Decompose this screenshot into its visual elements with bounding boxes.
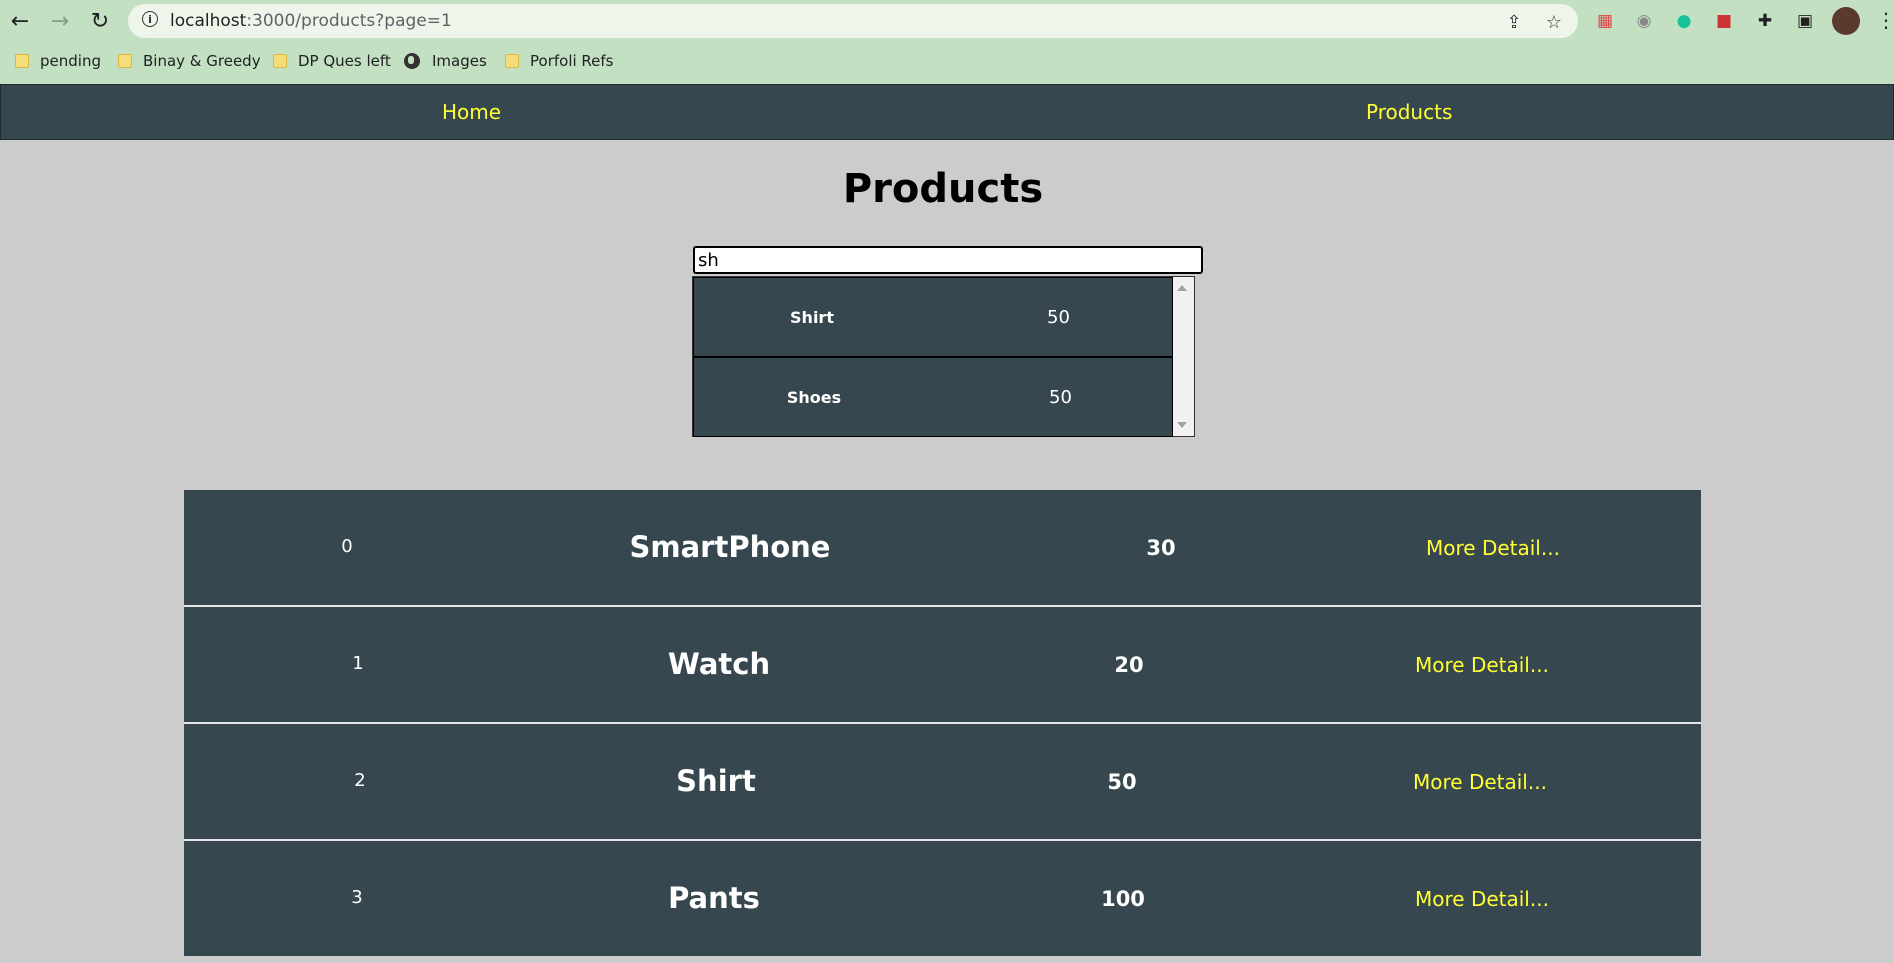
- suggestion-item[interactable]: Shoes 50: [693, 357, 1173, 437]
- bookmark-images[interactable]: Images: [404, 50, 487, 72]
- browser-menu-icon[interactable]: ⋮: [1876, 8, 1894, 32]
- table-row: 1 Watch 20 More Detail...: [184, 607, 1701, 724]
- share-icon[interactable]: ⇪: [1502, 10, 1526, 34]
- table-row: 0 SmartPhone 30 More Detail...: [184, 490, 1701, 607]
- browser-toolbar: ← → ↻ i localhost:3000/products?page=1 ⇪…: [0, 0, 1894, 42]
- products-table: 0 SmartPhone 30 More Detail... 1 Watch 2…: [184, 490, 1701, 956]
- product-name: Watch: [667, 647, 771, 681]
- product-price: 100: [1101, 887, 1145, 911]
- more-detail-link[interactable]: More Detail...: [1426, 536, 1560, 560]
- reload-icon[interactable]: ↻: [85, 6, 115, 36]
- bookmark-star-icon[interactable]: ☆: [1542, 10, 1566, 34]
- product-name: Pants: [668, 881, 760, 915]
- suggestion-price: 50: [1049, 387, 1072, 408]
- suggestions-scrollbar[interactable]: [1173, 277, 1193, 436]
- product-index: 2: [354, 770, 366, 791]
- address-url[interactable]: localhost:3000/products?page=1: [170, 11, 452, 31]
- globe-icon: [404, 53, 420, 69]
- profile-avatar[interactable]: [1832, 7, 1860, 35]
- scroll-down-icon[interactable]: [1177, 422, 1187, 428]
- suggestion-price: 50: [1047, 307, 1070, 328]
- side-panel-icon[interactable]: ▣: [1793, 9, 1817, 33]
- product-name: SmartPhone: [629, 530, 831, 564]
- bookmark-pending[interactable]: pending: [15, 50, 101, 72]
- product-price: 50: [1107, 770, 1137, 794]
- product-index: 3: [351, 887, 363, 908]
- folder-icon: [505, 54, 519, 68]
- grammarly-icon[interactable]: ●: [1672, 9, 1696, 33]
- folder-icon: [15, 54, 29, 68]
- suggestion-name: Shoes: [786, 388, 842, 407]
- extension-calendar-icon[interactable]: ▦: [1593, 9, 1617, 33]
- bookmark-binay-greedy[interactable]: Binay & Greedy: [118, 50, 261, 72]
- suggestion-item[interactable]: Shirt 50: [693, 277, 1173, 357]
- search-suggestions: Shirt 50 Shoes 50: [692, 276, 1195, 437]
- extension-red-icon[interactable]: ■: [1712, 9, 1736, 33]
- product-index: 0: [341, 536, 353, 557]
- browser-chrome: ← → ↻ i localhost:3000/products?page=1 ⇪…: [0, 0, 1894, 84]
- site-info-icon[interactable]: i: [142, 11, 158, 27]
- search-input[interactable]: [693, 246, 1203, 274]
- address-bar[interactable]: i localhost:3000/products?page=1 ⇪ ☆: [128, 4, 1578, 38]
- extensions-puzzle-icon[interactable]: ✚: [1753, 9, 1777, 33]
- app-navbar: Home Products: [0, 84, 1894, 140]
- product-price: 20: [1114, 653, 1144, 677]
- product-name: Shirt: [676, 764, 756, 798]
- back-icon[interactable]: ←: [5, 6, 35, 36]
- product-price: 30: [1146, 536, 1176, 560]
- nav-products-link[interactable]: Products: [1366, 100, 1452, 124]
- suggestion-name: Shirt: [790, 308, 834, 327]
- table-row: 2 Shirt 50 More Detail...: [184, 724, 1701, 841]
- forward-icon[interactable]: →: [45, 6, 75, 36]
- bookmark-porfoli-refs[interactable]: Porfoli Refs: [505, 50, 614, 72]
- folder-icon: [118, 54, 132, 68]
- more-detail-link[interactable]: More Detail...: [1413, 770, 1547, 794]
- nav-home-link[interactable]: Home: [442, 100, 501, 124]
- table-row: 3 Pants 100 More Detail...: [184, 841, 1701, 956]
- more-detail-link[interactable]: More Detail...: [1415, 653, 1549, 677]
- bookmark-dp-ques-left[interactable]: DP Ques left: [273, 50, 391, 72]
- more-detail-link[interactable]: More Detail...: [1415, 887, 1549, 911]
- bookmarks-bar: pending Binay & Greedy DP Ques left Imag…: [0, 46, 1894, 74]
- page-title: Products: [842, 166, 1044, 212]
- product-index: 1: [352, 653, 364, 674]
- folder-icon: [273, 54, 287, 68]
- extension-camera-icon[interactable]: ◉: [1632, 9, 1656, 33]
- scroll-up-icon[interactable]: [1177, 285, 1187, 291]
